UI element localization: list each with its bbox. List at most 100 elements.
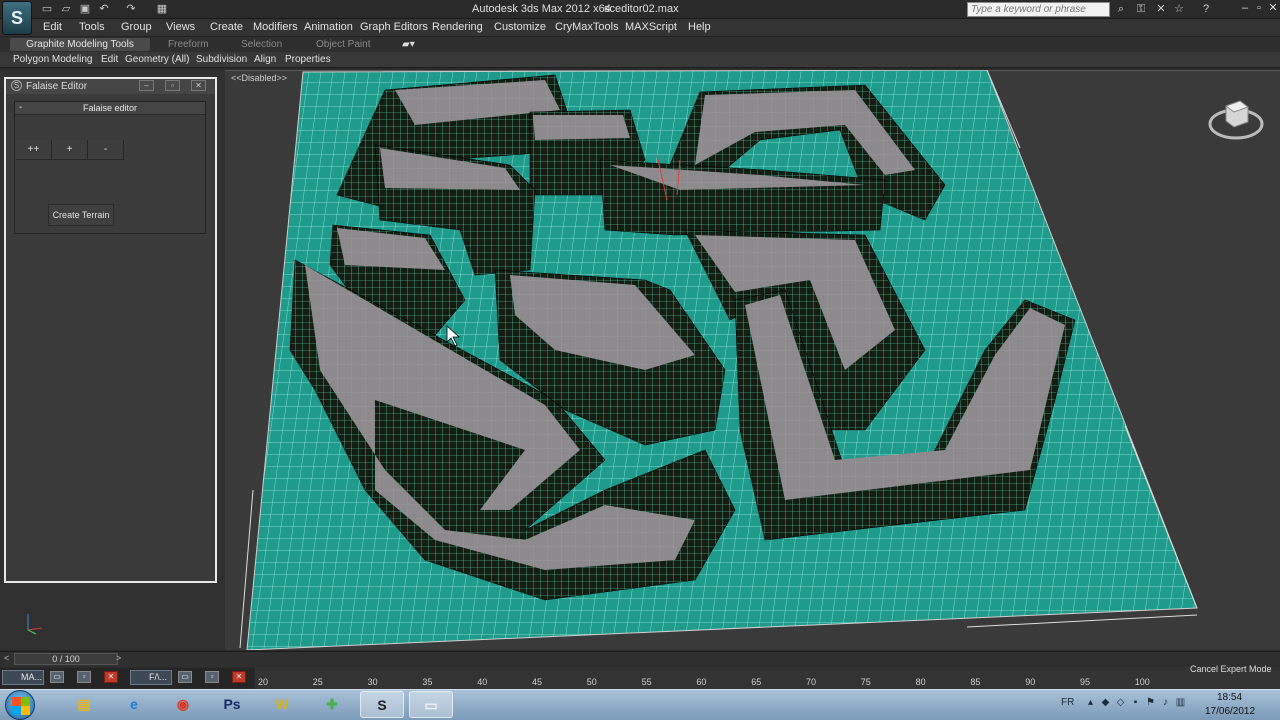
menu-create[interactable]: Create: [210, 21, 243, 33]
menu-customize[interactable]: Customize: [494, 21, 546, 33]
menu-views[interactable]: Views: [166, 21, 195, 33]
timeline-tick-label: 90: [1025, 677, 1036, 687]
cliff-top: [533, 115, 630, 140]
tray-app-icon[interactable]: ▪: [1130, 697, 1141, 708]
help-icon[interactable]: ?: [1200, 3, 1212, 15]
timeline-tick-label: 60: [696, 677, 707, 687]
chrome-icon[interactable]: ◉: [161, 691, 205, 718]
puzzle-app-icon[interactable]: ✚: [310, 691, 354, 718]
panel-geometry-all[interactable]: Geometry (All): [125, 54, 189, 65]
menu-help[interactable]: Help: [688, 21, 711, 33]
tab-graphite-modeling-tools[interactable]: Graphite Modeling Tools: [10, 38, 150, 51]
panel-edit[interactable]: Edit: [101, 54, 118, 65]
timeline-tick-label: 75: [860, 677, 871, 687]
menu-tools[interactable]: Tools: [79, 21, 105, 33]
tab-object-paint[interactable]: Object Paint: [316, 38, 370, 51]
3ds-max-taskbar-icon[interactable]: S: [360, 691, 404, 718]
plus-button[interactable]: +: [52, 140, 88, 160]
timeline-tick-label: 70: [806, 677, 817, 687]
prev-frame-arrow[interactable]: <: [4, 653, 9, 663]
subscription-icon[interactable]: ⚿: [1135, 3, 1147, 15]
time-bar: [0, 651, 1280, 667]
minimize-icon[interactable]: –: [1238, 2, 1252, 15]
close-icon[interactable]: ✕: [1266, 2, 1280, 15]
favorites-icon[interactable]: ☆: [1173, 3, 1185, 15]
track-bar[interactable]: [255, 667, 1280, 689]
cancel-expert-mode-button[interactable]: Cancel Expert Mode: [1190, 664, 1272, 674]
menu-edit[interactable]: Edit: [43, 21, 62, 33]
tray-app-icon[interactable]: ◇: [1115, 697, 1126, 708]
next-frame-arrow[interactable]: >: [116, 653, 121, 663]
menu-graph-editors[interactable]: Graph Editors: [360, 21, 428, 33]
timeline-tick-label: 20: [258, 677, 269, 687]
project-folder-icon[interactable]: ▦: [156, 3, 168, 15]
double-plus-button[interactable]: ++: [16, 140, 52, 160]
3ds-max-logo-icon[interactable]: S: [2, 1, 32, 35]
start-button-icon[interactable]: [5, 690, 35, 720]
timeline-tick-label: 95: [1080, 677, 1091, 687]
restore-icon[interactable]: ▫: [1252, 2, 1266, 15]
tray-app-icon[interactable]: ◆: [1100, 697, 1111, 708]
falaise-editor-title: Falaise Editor: [26, 81, 88, 92]
timeline-tick-label: 30: [367, 677, 378, 687]
window-app-icon[interactable]: ▭: [409, 691, 453, 718]
restore-icon[interactable]: ▭: [50, 671, 64, 683]
panel-subdivision[interactable]: Subdivision: [196, 54, 247, 65]
menu-rendering[interactable]: Rendering: [432, 21, 483, 33]
action-center-icon[interactable]: ⚑: [1145, 697, 1156, 708]
maximize-icon[interactable]: ▫: [77, 671, 91, 683]
minimized-window-falaise[interactable]: F/\...: [130, 670, 172, 685]
menu-crymaxtools[interactable]: CryMaxTools: [555, 21, 619, 33]
close-icon[interactable]: ✕: [232, 671, 246, 683]
search-input[interactable]: Type a keyword or phrase: [967, 2, 1110, 17]
timeline-tick-label: 25: [312, 677, 323, 687]
axis-tripod-icon: [27, 614, 43, 635]
terrain-scene[interactable]: [225, 70, 1280, 650]
timeline-tick-label: 100: [1134, 677, 1150, 687]
tab-selection[interactable]: Selection: [241, 38, 282, 51]
restore-icon[interactable]: ▭: [178, 671, 192, 683]
save-icon[interactable]: ▣: [79, 3, 91, 15]
internet-explorer-icon[interactable]: e: [112, 691, 156, 718]
menu-animation[interactable]: Animation: [304, 21, 353, 33]
time-slider[interactable]: 0 / 100: [14, 653, 118, 665]
binoculars-icon[interactable]: ⌕: [1115, 3, 1127, 15]
panel-properties[interactable]: Properties: [285, 54, 331, 65]
open-file-icon[interactable]: ▱: [60, 3, 72, 15]
volume-icon[interactable]: ♪: [1160, 697, 1171, 708]
menu-maxscript[interactable]: MAXScript: [625, 21, 677, 33]
file-name: sceditor02.max: [604, 3, 679, 15]
clock-time[interactable]: 18:54: [1217, 692, 1242, 703]
timeline-tick-label: 55: [641, 677, 652, 687]
minimized-window-max[interactable]: MA...: [2, 670, 44, 685]
create-terrain-button[interactable]: Create Terrain: [48, 204, 114, 226]
network-icon[interactable]: ▥: [1175, 697, 1186, 708]
language-indicator[interactable]: FR: [1061, 697, 1074, 708]
redo-icon[interactable]: ↷: [125, 3, 137, 15]
new-file-icon[interactable]: ▭: [41, 3, 53, 15]
minus-button[interactable]: -: [88, 140, 124, 160]
clock-date[interactable]: 17/06/2012: [1205, 706, 1255, 717]
tab-freeform[interactable]: Freeform: [168, 38, 209, 51]
minimize-icon[interactable]: –: [139, 80, 154, 91]
close-icon[interactable]: ✕: [104, 671, 118, 683]
tray-expand-icon[interactable]: ▴: [1085, 697, 1096, 708]
close-icon[interactable]: ✕: [191, 80, 206, 91]
viewport-label[interactable]: <<Disabled>>: [231, 73, 287, 83]
panel-align[interactable]: Align: [254, 54, 276, 65]
maximize-icon[interactable]: ▫: [165, 80, 180, 91]
winamp-icon[interactable]: W: [260, 691, 304, 718]
menu-group[interactable]: Group: [121, 21, 152, 33]
menu-modifiers[interactable]: Modifiers: [253, 21, 298, 33]
undo-icon[interactable]: ↶: [98, 3, 110, 15]
panel-polygon-modeling[interactable]: Polygon Modeling: [13, 54, 93, 65]
maximize-icon[interactable]: ▫: [205, 671, 219, 683]
ribbon-panel-strip: [0, 52, 1280, 68]
timeline-tick-label: 80: [915, 677, 926, 687]
timeline-tick-label: 45: [532, 677, 543, 687]
photoshop-icon[interactable]: Ps: [210, 691, 254, 718]
viewcube-icon[interactable]: [1208, 92, 1264, 148]
explorer-icon[interactable]: ▤: [62, 691, 106, 718]
communication-icon[interactable]: ✕: [1155, 3, 1167, 15]
ribbon-options-icon[interactable]: ▰▾: [402, 38, 415, 51]
